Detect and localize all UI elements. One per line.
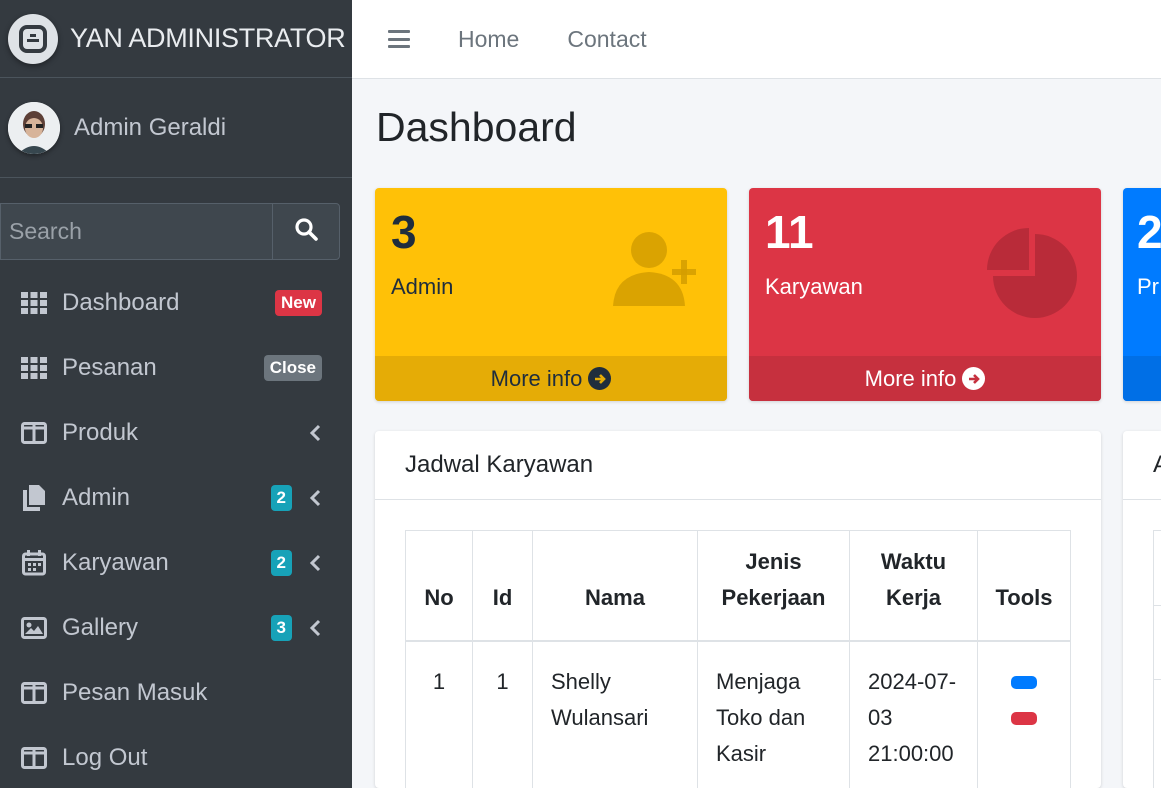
more-info-link[interactable]: More info — [375, 356, 727, 401]
column-header: Nama — [532, 530, 698, 642]
copy-icon — [20, 484, 48, 512]
close-badge: Close — [263, 354, 322, 381]
avatar — [8, 101, 60, 154]
sidebar-item-label: Pesanan — [62, 353, 157, 381]
chevron-left-icon — [308, 488, 322, 508]
count-badge: 2 — [270, 484, 292, 511]
count-badge: 2 — [270, 549, 292, 576]
sidebar: YAN ADMINISTRATOR Admin Geraldi Search D… — [0, 0, 352, 788]
delete-button[interactable] — [1011, 711, 1037, 725]
sidebar-item-label: Log Out — [62, 743, 148, 771]
card-title: Jadwal Karyawan — [375, 431, 1101, 500]
schedule-card: Jadwal Karyawan No Id Nama Jenis Pekerja… — [375, 431, 1101, 788]
card-title: A — [1123, 431, 1161, 500]
cell-id: 1 — [472, 640, 533, 788]
column-header: Jenis Pekerjaan — [697, 530, 850, 642]
image-icon — [20, 614, 48, 642]
sidebar-item-dashboard[interactable]: Dashboard New — [0, 270, 352, 335]
table-header-row: No Id Nama Jenis Pekerjaan Waktu Kerja T… — [405, 530, 1071, 642]
sidebar-item-karyawan[interactable]: Karyawan 2 — [0, 530, 352, 595]
schedule-table: No Id Nama Jenis Pekerjaan Waktu Kerja T… — [405, 530, 1071, 788]
admin-stat-box: 3 Admin More info — [375, 188, 727, 401]
sidebar-item-admin[interactable]: Admin 2 — [0, 465, 352, 530]
cell-tools — [977, 640, 1071, 788]
sidebar-item-label: Pesan Masuk — [62, 678, 208, 706]
column-header: Tools — [977, 530, 1071, 642]
table-edge — [1153, 530, 1161, 788]
sidebar-item-log-out[interactable]: Log Out — [0, 725, 352, 788]
more-info-link[interactable]: More info — [749, 356, 1101, 401]
search-button[interactable] — [272, 204, 339, 259]
brand-title: YAN ADMINISTRATOR — [70, 23, 346, 53]
chevron-left-icon — [308, 423, 322, 443]
brand-link[interactable]: YAN ADMINISTRATOR — [0, 0, 352, 78]
user-plus-icon — [607, 226, 707, 315]
edit-button[interactable] — [1011, 675, 1037, 689]
table-row: 1 1 Shelly Wulansari Menjaga Toko dan Ka… — [405, 640, 1071, 788]
chevron-left-icon — [308, 553, 322, 573]
sidebar-item-gallery[interactable]: Gallery 3 — [0, 595, 352, 660]
cell-waktu: 2024-07-03 21:00:00 — [849, 640, 978, 788]
search-input[interactable] — [1, 204, 272, 259]
pie-chart-icon — [985, 224, 1079, 323]
hamburger-menu-icon[interactable] — [388, 30, 410, 48]
columns-icon — [20, 679, 48, 707]
column-header: No — [405, 530, 473, 642]
sidebar-item-label: Produk — [62, 418, 139, 446]
sidebar-item-produk[interactable]: Produk — [0, 400, 352, 465]
admin-logo-icon — [8, 13, 58, 64]
page-title: Dashboard — [376, 104, 577, 150]
side-card: A — [1123, 431, 1161, 788]
columns-icon — [20, 744, 48, 772]
arrow-circle-right-icon — [588, 367, 612, 390]
produk-stat-box: 2 Pr — [1123, 188, 1161, 401]
more-info-label: More info — [490, 365, 583, 391]
columns-icon — [20, 419, 48, 447]
karyawan-stat-box: 11 Karyawan More info — [749, 188, 1101, 401]
more-info-label: More info — [864, 365, 957, 391]
column-header: Waktu Kerja — [849, 530, 978, 642]
count-badge: 3 — [270, 614, 292, 641]
sidebar-item-pesan-masuk[interactable]: Pesan Masuk — [0, 660, 352, 725]
search-icon — [294, 217, 318, 246]
sidebar-item-label: Admin — [62, 483, 131, 511]
cell-nama: Shelly Wulansari — [532, 640, 698, 788]
calendar-icon — [20, 549, 48, 577]
user-panel[interactable]: Admin Geraldi — [0, 78, 352, 178]
new-badge: New — [275, 289, 322, 316]
nav-link-home[interactable]: Home — [458, 26, 519, 53]
nav-link-contact[interactable]: Contact — [567, 26, 646, 53]
sidebar-search — [0, 203, 340, 260]
stat-number: 2 — [1137, 206, 1161, 258]
sidebar-item-label: Dashboard — [62, 288, 180, 316]
stat-label: Pr — [1137, 274, 1159, 299]
chevron-left-icon — [308, 618, 322, 638]
arrow-circle-right-icon — [962, 367, 986, 390]
cell-jenis: Menjaga Toko dan Kasir — [697, 640, 850, 788]
column-header: Id — [472, 530, 533, 642]
grid-icon — [20, 289, 48, 317]
sidebar-nav: Dashboard New Pesanan Close Produk Admin… — [0, 270, 352, 788]
sidebar-item-label: Gallery — [62, 613, 139, 641]
top-navbar: Home Contact — [352, 0, 1161, 79]
cell-no: 1 — [405, 640, 473, 788]
grid-icon — [20, 354, 48, 382]
more-info-link[interactable] — [1123, 356, 1161, 401]
sidebar-item-pesanan[interactable]: Pesanan Close — [0, 335, 352, 400]
sidebar-item-label: Karyawan — [62, 548, 169, 576]
user-name: Admin Geraldi — [74, 113, 227, 141]
